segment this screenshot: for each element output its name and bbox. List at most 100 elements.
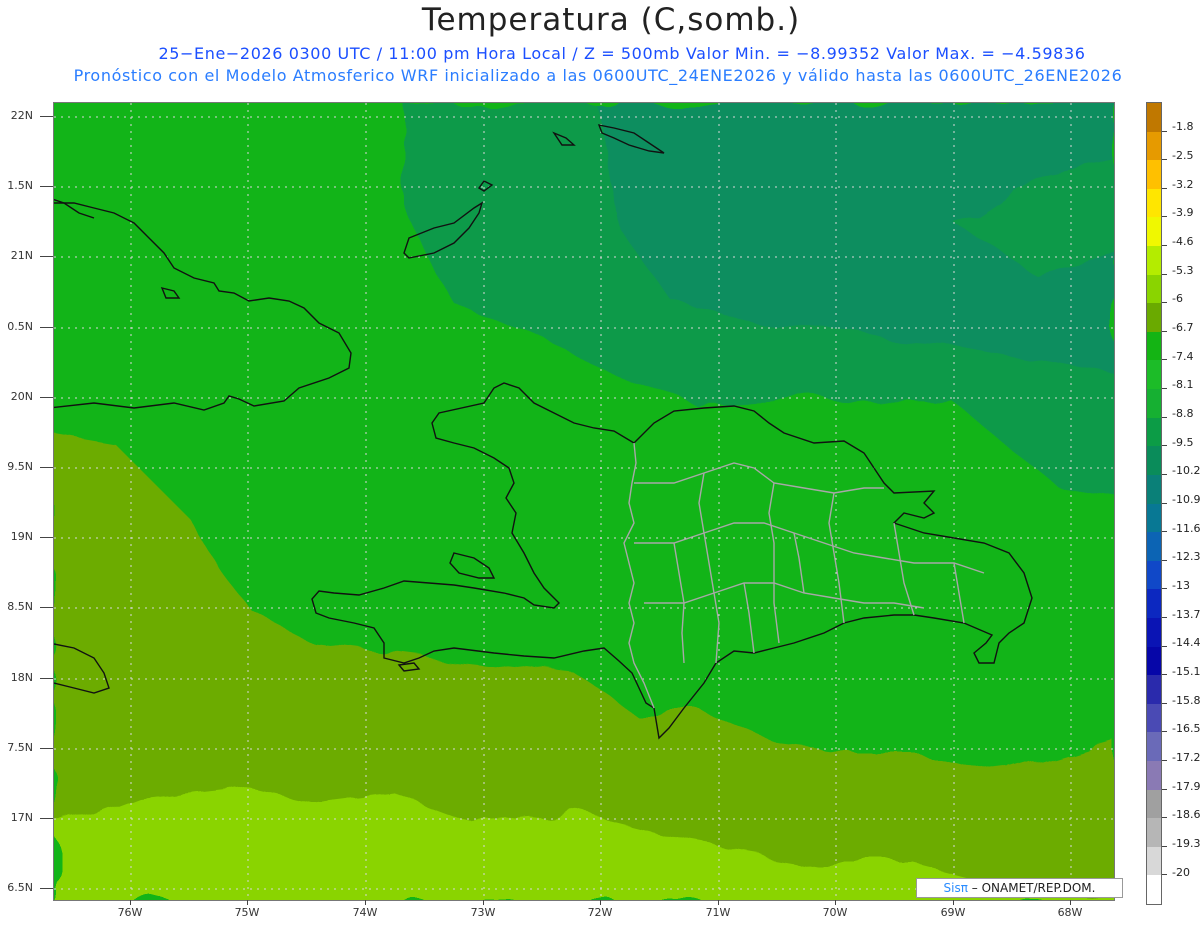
lon-label: 68W [1057, 906, 1083, 919]
colorbar-label: -12.3 [1172, 550, 1200, 563]
colorbar-label: -13 [1172, 579, 1190, 592]
colorbar-label: -11.6 [1172, 522, 1200, 535]
colorbar-tick [1162, 874, 1167, 876]
subtitle-model-info: Pronóstico con el Modelo Atmosferico WRF… [73, 66, 1123, 85]
lat-label: 17N [10, 811, 33, 824]
colorbar-segment [1147, 474, 1161, 504]
colorbar-tick [1162, 330, 1167, 332]
lon-tick [365, 900, 366, 905]
colorbar [1146, 102, 1162, 905]
colorbar-segment [1147, 760, 1161, 790]
colorbar-label: -18.6 [1172, 808, 1200, 821]
colorbar-tick [1162, 759, 1167, 761]
colorbar-segment [1147, 560, 1161, 590]
colorbar-segment [1147, 532, 1161, 562]
lon-label: 73W [470, 906, 496, 919]
colorbar-tick [1162, 130, 1167, 132]
colorbar-label: -8.8 [1172, 407, 1194, 420]
lat-label: 21N [10, 249, 33, 262]
lat-tick [40, 397, 53, 398]
colorbar-segment [1147, 331, 1161, 361]
lat-tick [40, 888, 53, 889]
colorbar-segment [1147, 646, 1161, 676]
colorbar-label: -15.1 [1172, 665, 1200, 678]
lon-label: 76W [117, 906, 143, 919]
colorbar-label: -9.5 [1172, 436, 1194, 449]
colorbar-label: -17.2 [1172, 751, 1200, 764]
lat-label: 6.5N [7, 881, 33, 894]
lat-label: 19N [10, 530, 33, 543]
colorbar-label: -16.5 [1172, 722, 1200, 735]
colorbar-segment [1147, 789, 1161, 819]
colorbar-segment [1147, 131, 1161, 161]
colorbar-tick [1162, 273, 1167, 275]
credit-text: – ONAMET/REP.DOM. [971, 881, 1096, 895]
colorbar-label: -2.5 [1172, 149, 1194, 162]
lon-tick [130, 900, 131, 905]
colorbar-label: -17.9 [1172, 780, 1200, 793]
colorbar-label: -1.8 [1172, 120, 1194, 133]
colorbar-segment [1147, 103, 1161, 132]
colorbar-label: -8.1 [1172, 378, 1194, 391]
lon-tick [600, 900, 601, 905]
lon-tick [835, 900, 836, 905]
lon-tick [247, 900, 248, 905]
lat-tick [40, 818, 53, 819]
lat-label: 0.5N [7, 320, 33, 333]
lon-tick [1070, 900, 1071, 905]
colorbar-segment [1147, 617, 1161, 647]
colorbar-segment [1147, 160, 1161, 190]
colorbar-tick [1162, 731, 1167, 733]
colorbar-segment [1147, 875, 1161, 905]
lon-tick [483, 900, 484, 905]
colorbar-tick [1162, 388, 1167, 390]
colorbar-label: -5.3 [1172, 264, 1194, 277]
colorbar-tick [1162, 359, 1167, 361]
sispi-logo-text: Sisπ [943, 881, 968, 895]
colorbar-tick [1162, 302, 1167, 304]
lon-tick [953, 900, 954, 905]
colorbar-label: -15.8 [1172, 694, 1200, 707]
colorbar-tick [1162, 216, 1167, 218]
lon-label: 71W [705, 906, 731, 919]
lat-label: 1.5N [7, 179, 33, 192]
credit-box[interactable]: Sisπ – ONAMET/REP.DOM. [916, 878, 1123, 898]
lat-tick [40, 186, 53, 187]
temperature-map[interactable] [53, 102, 1115, 901]
colorbar-tick [1162, 245, 1167, 247]
lat-tick [40, 537, 53, 538]
lat-label: 7.5N [7, 741, 33, 754]
colorbar-tick [1162, 502, 1167, 504]
lon-label: 70W [822, 906, 848, 919]
colorbar-segment [1147, 503, 1161, 533]
colorbar-tick [1162, 187, 1167, 189]
lat-label: 9.5N [7, 460, 33, 473]
colorbar-tick [1162, 559, 1167, 561]
lat-tick [40, 748, 53, 749]
colorbar-label: -20 [1172, 866, 1190, 879]
colorbar-tick [1162, 674, 1167, 676]
colorbar-tick [1162, 416, 1167, 418]
colorbar-tick [1162, 159, 1167, 161]
colorbar-segment [1147, 246, 1161, 276]
lon-label: 75W [234, 906, 260, 919]
colorbar-label: -13.7 [1172, 608, 1200, 621]
colorbar-tick [1162, 473, 1167, 475]
lon-label: 72W [587, 906, 613, 919]
colorbar-label: -10.2 [1172, 464, 1200, 477]
colorbar-label: -3.9 [1172, 206, 1194, 219]
colorbar-tick [1162, 445, 1167, 447]
colorbar-segment [1147, 274, 1161, 304]
lat-tick [40, 607, 53, 608]
colorbar-segment [1147, 417, 1161, 447]
lat-tick [40, 678, 53, 679]
subtitle-valid-time: 25−Ene−2026 0300 UTC / 11:00 pm Hora Loc… [158, 44, 1086, 63]
colorbar-tick [1162, 788, 1167, 790]
lon-label: 74W [352, 906, 378, 919]
colorbar-segment [1147, 732, 1161, 762]
colorbar-segment [1147, 217, 1161, 247]
lat-tick [40, 327, 53, 328]
colorbar-tick [1162, 588, 1167, 590]
colorbar-label: -4.6 [1172, 235, 1194, 248]
lat-label: 8.5N [7, 600, 33, 613]
